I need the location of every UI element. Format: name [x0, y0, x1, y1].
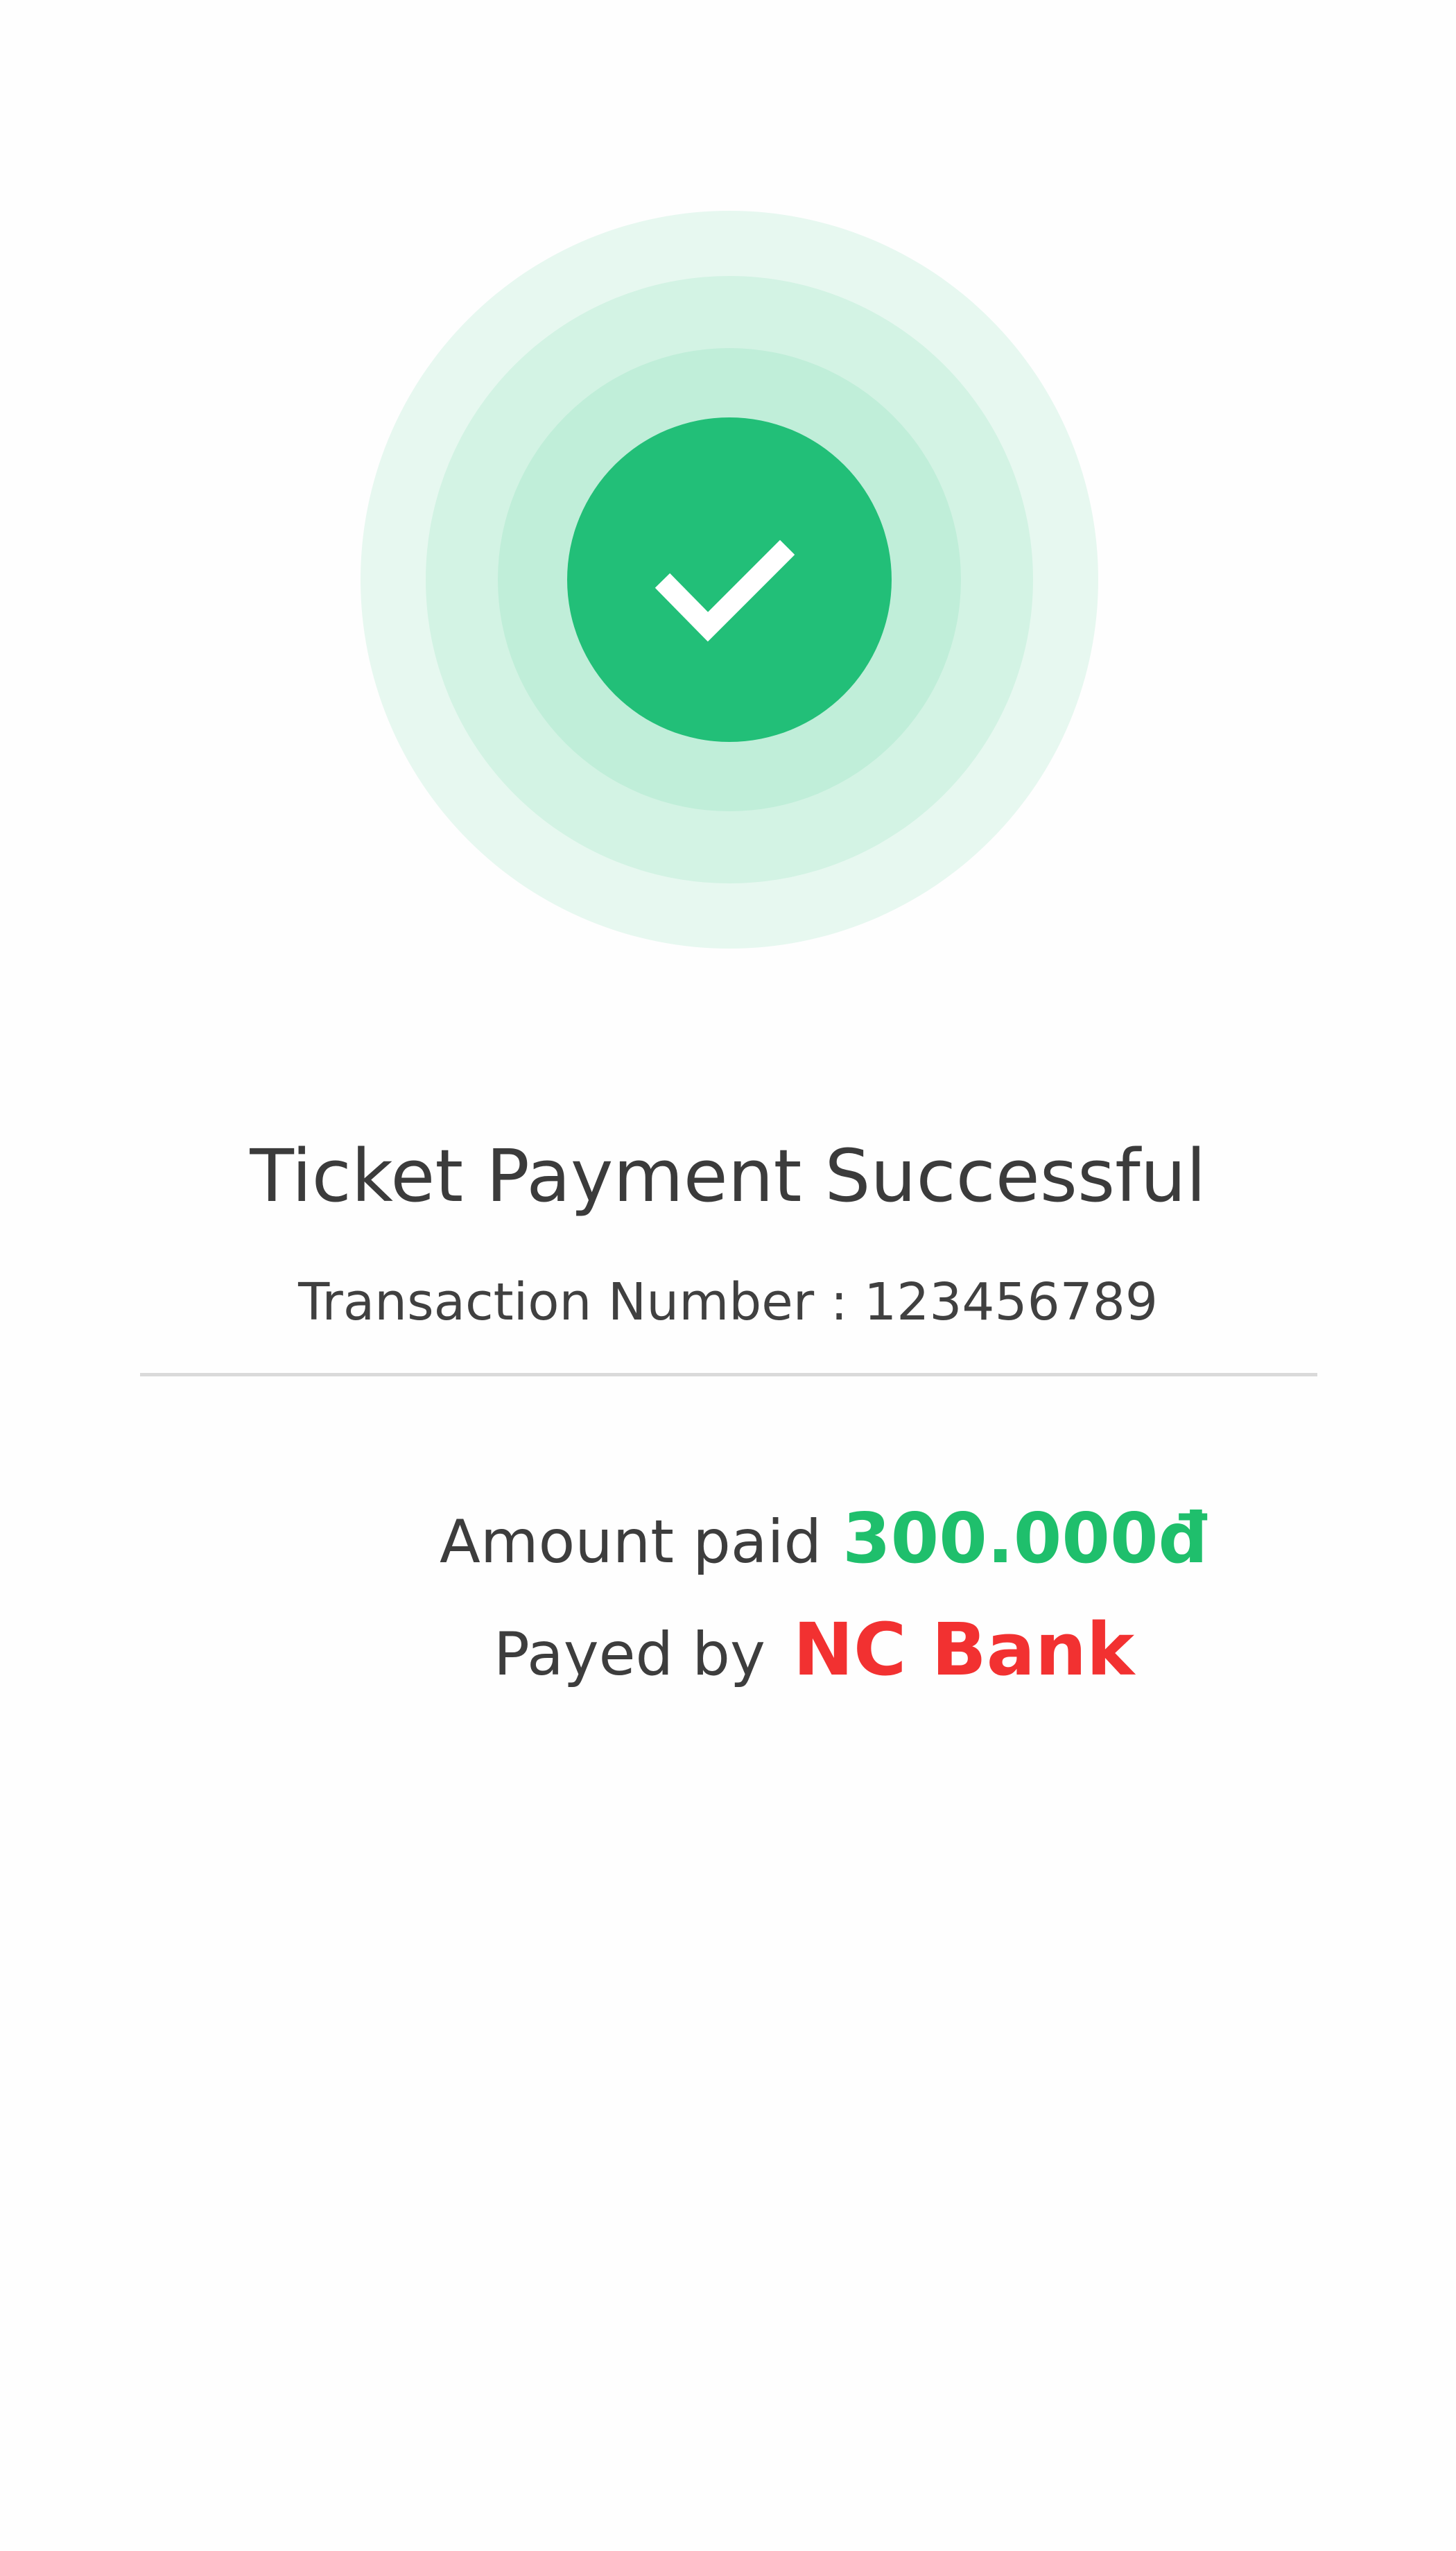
amount-row: Amount paid 300.000đ [440, 1498, 1208, 1579]
payer-value: NC Bank [792, 1607, 1135, 1692]
payer-label: Payed by [494, 1620, 765, 1689]
page-title: Ticket Payment Successful [250, 1134, 1206, 1218]
transaction-number: Transaction Number : 123456789 [298, 1272, 1158, 1332]
check-icon [655, 539, 795, 642]
payer-row: Payed by NC Bank [494, 1607, 1134, 1692]
success-badge [567, 417, 892, 742]
amount-label: Amount paid [440, 1507, 822, 1577]
divider [140, 1373, 1317, 1376]
amount-value: 300.000đ [842, 1498, 1208, 1579]
success-indicator [0, 0, 1456, 1005]
